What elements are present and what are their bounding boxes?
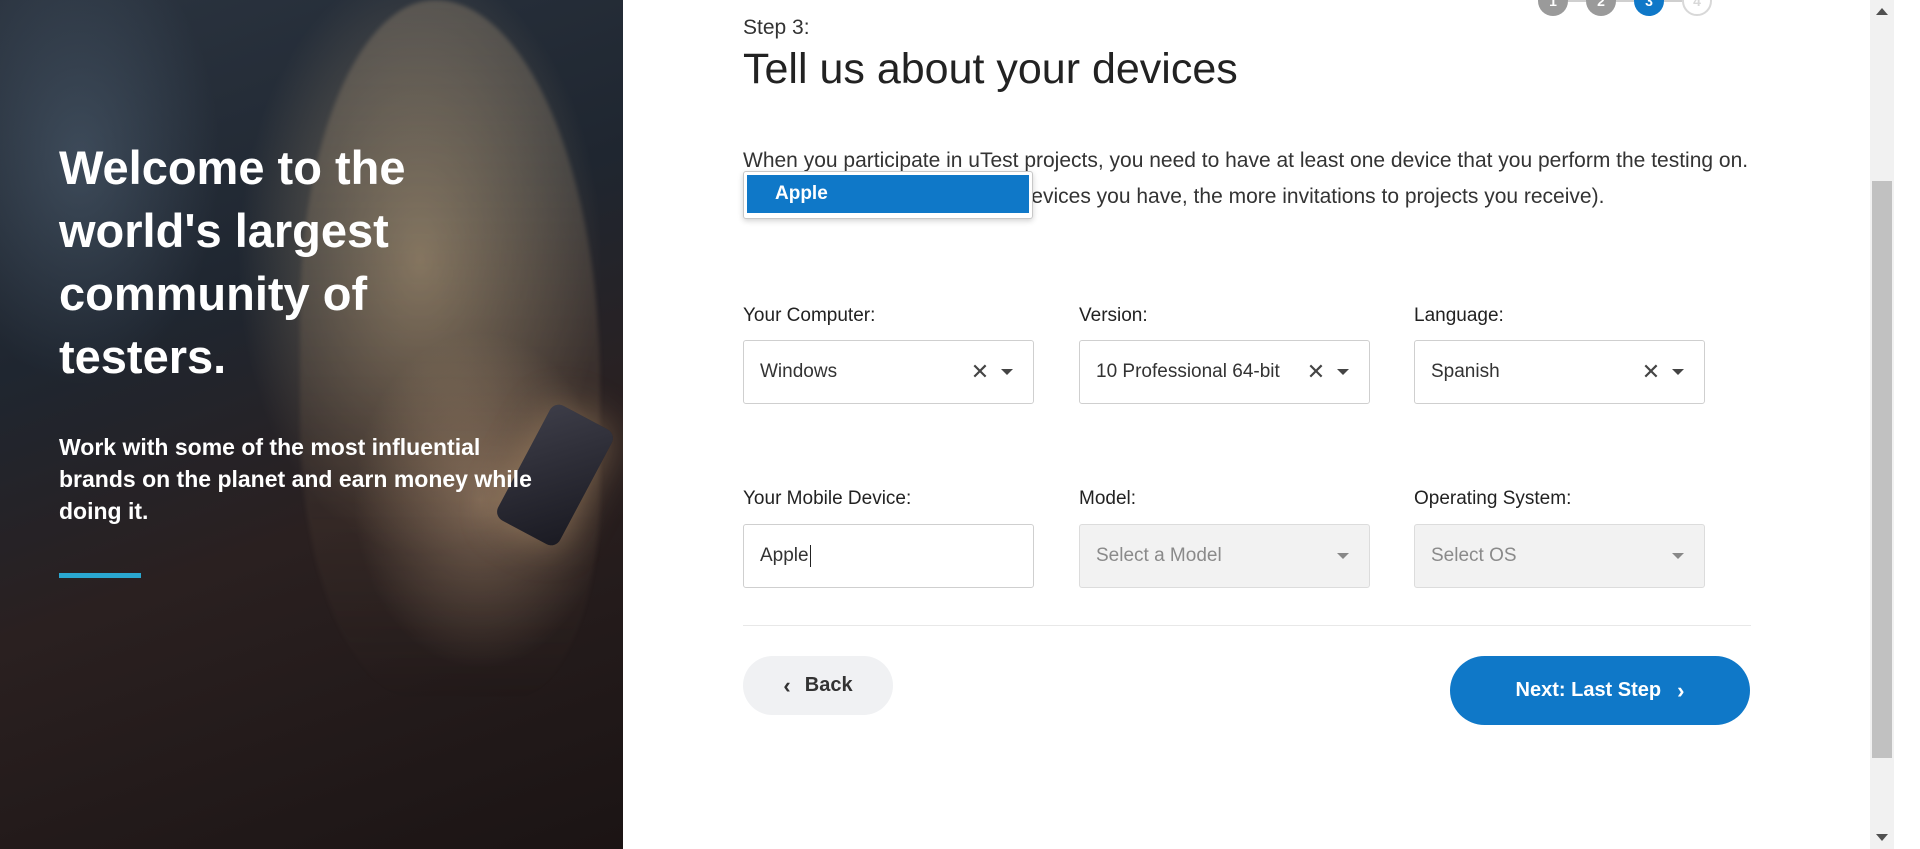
mobile-device-label: Your Mobile Device: <box>743 488 912 509</box>
text-cursor <box>809 545 811 567</box>
step-indicator: 1 2 3 4 <box>1538 0 1712 16</box>
caret-down-icon[interactable] <box>1337 553 1349 559</box>
scroll-down-icon[interactable] <box>1876 834 1888 841</box>
model-select[interactable]: Select a Model <box>1079 524 1370 588</box>
close-icon[interactable]: ✕ <box>969 359 991 385</box>
os-placeholder: Select OS <box>1431 545 1517 566</box>
step-2: 2 <box>1586 0 1616 16</box>
back-button-label: Back <box>804 674 853 696</box>
chevron-left-icon: ‹ <box>783 672 791 698</box>
language-value: Spanish <box>1431 361 1500 382</box>
computer-select[interactable]: Windows ✕ <box>743 340 1034 404</box>
chevron-right-icon: › <box>1677 677 1685 703</box>
model-placeholder: Select a Model <box>1096 545 1222 566</box>
mobile-device-value: Apple <box>760 545 809 566</box>
step-connector <box>1616 0 1634 2</box>
os-label: Operating System: <box>1414 488 1572 509</box>
step-label: Step 3: <box>743 16 810 39</box>
version-value: 10 Professional 64-bit <box>1096 361 1280 382</box>
next-button[interactable]: Next: Last Step › <box>1450 656 1750 725</box>
hero-subtitle: Work with some of the most influential b… <box>59 434 532 524</box>
step-4: 4 <box>1682 0 1712 16</box>
version-select[interactable]: 10 Professional 64-bit ✕ <box>1079 340 1370 404</box>
page-edge <box>1894 0 1920 849</box>
page-title: Tell us about your devices <box>743 45 1238 93</box>
divider <box>743 625 1751 626</box>
caret-down-icon[interactable] <box>1672 553 1684 559</box>
caret-down-icon[interactable] <box>1672 369 1684 375</box>
mobile-device-input[interactable]: Apple <box>743 524 1034 588</box>
close-icon[interactable]: ✕ <box>1640 359 1662 385</box>
hero-panel: Welcome to the world's largest community… <box>0 0 623 849</box>
back-button[interactable]: ‹ Back <box>743 656 893 715</box>
step-3: 3 <box>1634 0 1664 16</box>
hero-title: Welcome to the world's largest community… <box>59 141 406 383</box>
scroll-thumb[interactable] <box>1872 181 1892 758</box>
caret-down-icon[interactable] <box>1001 369 1013 375</box>
scroll-up-icon[interactable] <box>1876 8 1888 15</box>
next-button-label: Next: Last Step <box>1515 679 1662 701</box>
scrollbar[interactable] <box>1870 0 1894 849</box>
hero-accent-bar <box>59 573 141 578</box>
mobile-device-dropdown: Apple <box>743 171 1033 219</box>
computer-value: Windows <box>760 361 838 382</box>
step-1: 1 <box>1538 0 1568 16</box>
language-label: Language: <box>1414 305 1504 326</box>
step-connector <box>1568 0 1586 2</box>
os-select[interactable]: Select OS <box>1414 524 1705 588</box>
version-label: Version: <box>1079 305 1148 326</box>
computer-label: Your Computer: <box>743 305 876 326</box>
model-label: Model: <box>1079 488 1137 509</box>
dropdown-option-apple[interactable]: Apple <box>747 175 1029 213</box>
step-connector <box>1664 0 1682 2</box>
caret-down-icon[interactable] <box>1337 369 1349 375</box>
language-select[interactable]: Spanish ✕ <box>1414 340 1705 404</box>
close-icon[interactable]: ✕ <box>1305 359 1327 385</box>
